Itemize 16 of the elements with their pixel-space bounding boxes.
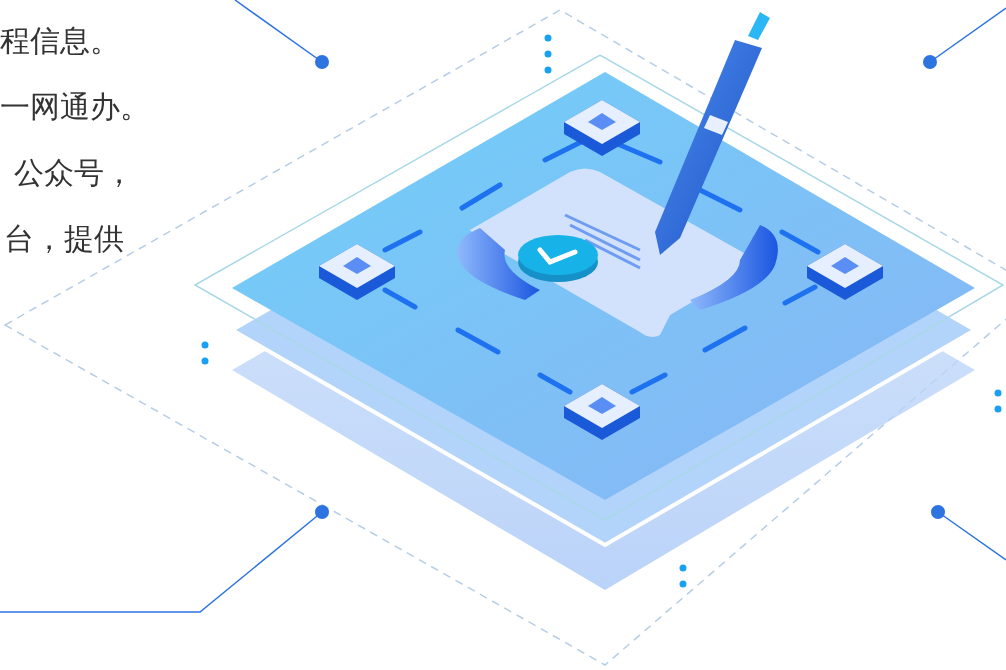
connector-line	[537, 372, 573, 395]
connector-line	[382, 229, 423, 253]
connector-line	[617, 142, 663, 165]
connector-line	[779, 229, 821, 255]
description-text: 一网通办。	[0, 88, 150, 126]
description-text: 程信息。	[0, 22, 120, 60]
description-text: 台，提供	[4, 220, 124, 258]
connector-line	[702, 325, 748, 353]
connector-line	[629, 372, 668, 395]
connector-line	[782, 284, 818, 306]
connector-line	[459, 182, 503, 211]
connector-line	[455, 327, 501, 355]
check-badge-icon	[518, 235, 598, 282]
connector-line	[697, 187, 743, 213]
description-text: 公众号，	[14, 154, 134, 192]
connector-line	[382, 287, 418, 310]
